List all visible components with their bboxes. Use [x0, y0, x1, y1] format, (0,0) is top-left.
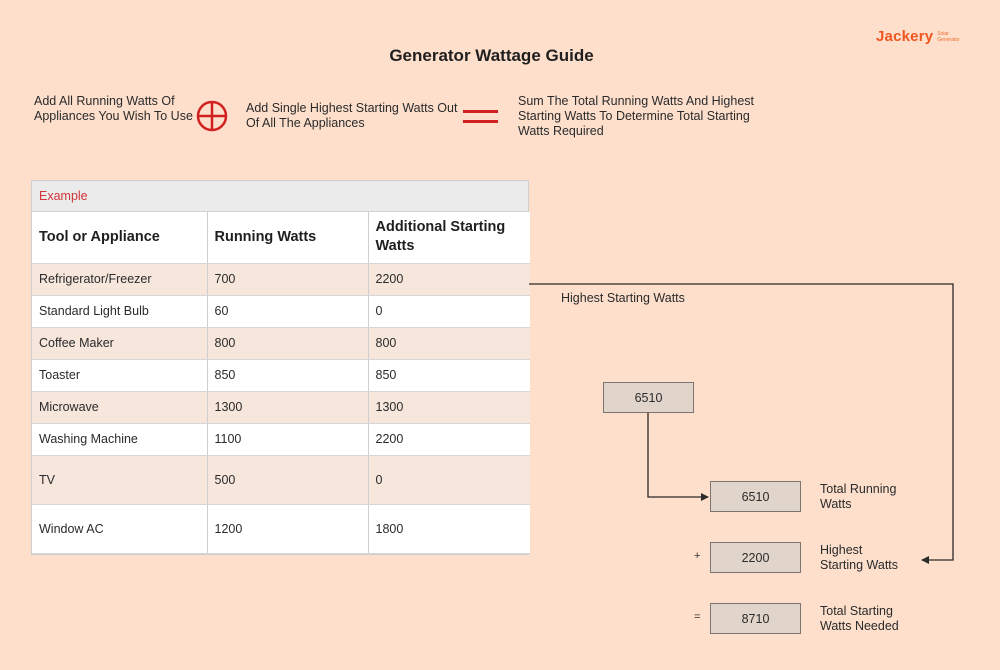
formula-step-1: Add All Running Watts Of Appliances You …	[34, 94, 193, 123]
table-row: TV 500 0	[32, 455, 530, 505]
cell-starting: 1300	[368, 391, 530, 424]
total-running-label: Total Running Watts	[820, 482, 896, 512]
brand-name: Jackery	[876, 28, 934, 45]
total-starting-box: 8710	[710, 603, 801, 634]
example-table: Example Tool or Appliance Running Watts …	[31, 180, 530, 555]
cell-appliance: Refrigerator/Freezer	[32, 263, 208, 296]
plus-operator: +	[694, 550, 701, 562]
table-row: Coffee Maker 800 800	[32, 327, 530, 360]
formula-step-2: Add Single Highest Starting Watts Out Of…	[246, 101, 458, 130]
highest-starting-connector	[529, 283, 954, 564]
table-row: Window AC 1200 1800	[32, 504, 530, 554]
table-row: Toaster 850 850	[32, 359, 530, 392]
running-sum-connector	[647, 413, 709, 501]
cell-running: 1300	[207, 391, 369, 424]
highest-starting-result-label: Highest Starting Watts	[820, 543, 898, 573]
cell-starting: 0	[368, 455, 530, 505]
brand-logo: Jackery Solar Generator	[876, 28, 960, 45]
table-row: Washing Machine 1100 2200	[32, 423, 530, 456]
cell-starting: 0	[368, 295, 530, 328]
header-running-watts: Running Watts	[207, 212, 369, 264]
table-row: Standard Light Bulb 60 0	[32, 295, 530, 328]
total-starting-label: Total Starting Watts Needed	[820, 604, 899, 634]
page-title: Generator Wattage Guide	[389, 46, 594, 65]
table-caption: Example	[32, 181, 528, 212]
cell-appliance: Microwave	[32, 391, 208, 424]
cell-appliance: Standard Light Bulb	[32, 295, 208, 328]
cell-starting: 2200	[368, 263, 530, 296]
cell-starting: 800	[368, 327, 530, 360]
highest-starting-label-line1: Highest	[820, 543, 863, 557]
cell-running: 850	[207, 359, 369, 392]
highest-starting-label-line2: Starting Watts	[820, 558, 899, 572]
cell-running: 1200	[207, 504, 369, 554]
total-running-box: 6510	[710, 481, 801, 512]
cell-running: 1100	[207, 423, 369, 456]
header-starting-watts: Additional Starting Watts	[368, 212, 530, 264]
cell-appliance: Coffee Maker	[32, 327, 208, 360]
total-running-label-line1: Total Running	[820, 482, 897, 496]
table-row: Refrigerator/Freezer 700 2200	[32, 263, 530, 296]
cell-running: 60	[207, 295, 369, 328]
cell-appliance: TV	[32, 455, 208, 505]
table-row: Microwave 1300 1300	[32, 391, 530, 424]
table-header-row: Tool or Appliance Running Watts Addition…	[32, 212, 530, 264]
equals-icon	[463, 110, 498, 123]
running-sum-box: 6510	[603, 382, 694, 413]
total-starting-label-line1: Total Starting	[820, 604, 893, 618]
cell-running: 500	[207, 455, 369, 505]
formula-step-3: Sum The Total Running Watts And Highest …	[518, 94, 755, 138]
cell-appliance: Washing Machine	[32, 423, 208, 456]
highest-starting-box: 2200	[710, 542, 801, 573]
total-running-label-line2: Watts	[820, 497, 852, 511]
cell-starting: 2200	[368, 423, 530, 456]
cell-running: 800	[207, 327, 369, 360]
equals-operator: =	[694, 611, 701, 623]
circled-plus-icon	[196, 100, 228, 132]
header-appliance: Tool or Appliance	[32, 212, 208, 264]
cell-appliance: Window AC	[32, 504, 208, 554]
brand-tagline-line2: Generator	[937, 36, 960, 43]
cell-starting: 1800	[368, 504, 530, 554]
cell-appliance: Toaster	[32, 359, 208, 392]
brand-tagline: Solar Generator	[937, 31, 960, 43]
cell-starting: 850	[368, 359, 530, 392]
total-starting-label-line2: Watts Needed	[820, 619, 899, 633]
cell-running: 700	[207, 263, 369, 296]
highest-starting-label: Highest Starting Watts	[561, 291, 685, 305]
